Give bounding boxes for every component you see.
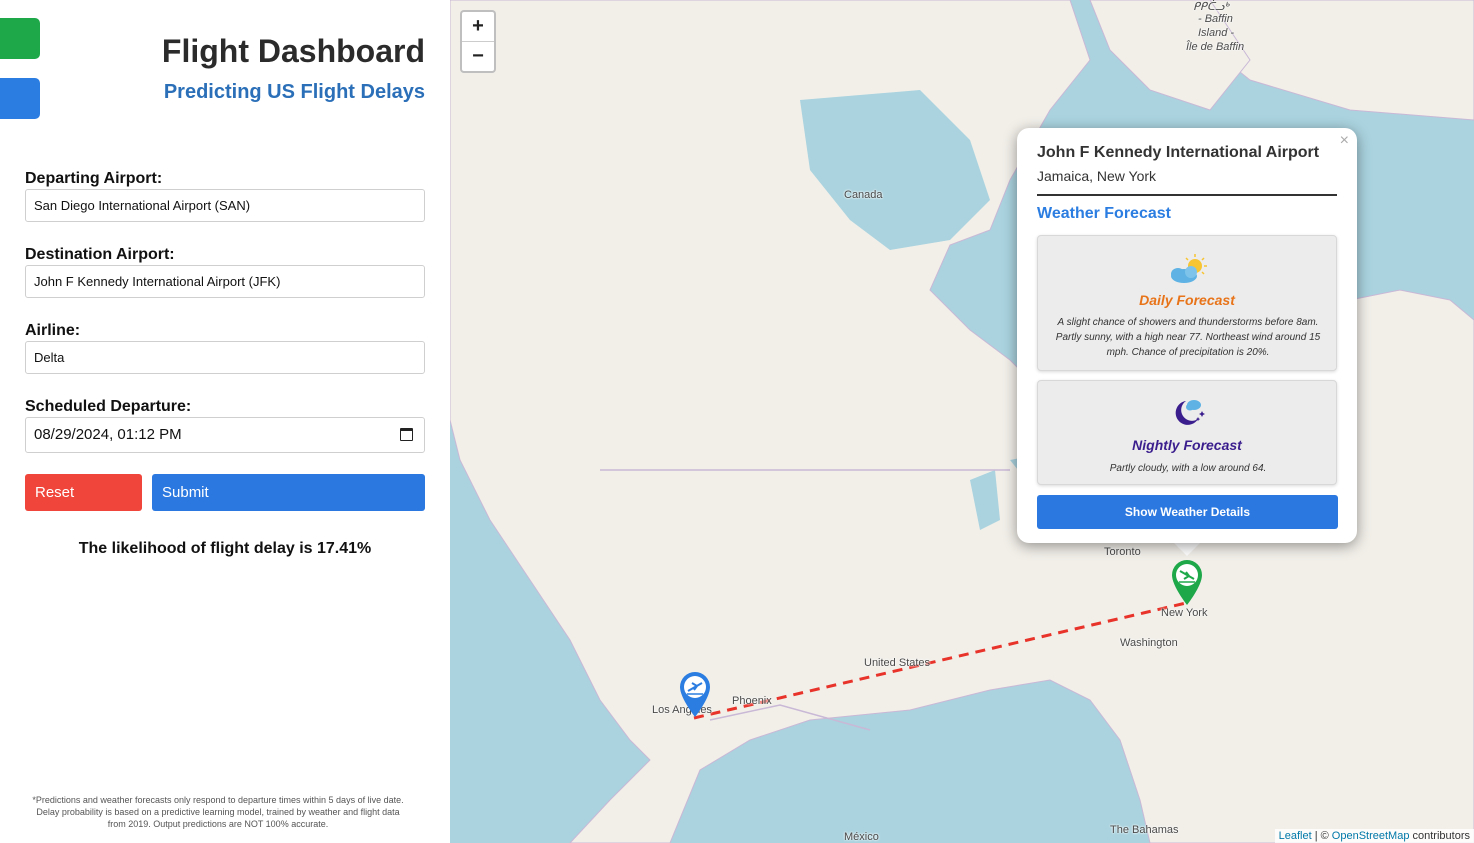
show-weather-details-button[interactable]: Show Weather Details [1037,495,1338,529]
map-label-united-states: United States [864,657,931,669]
leaflet-link[interactable]: Leaflet [1279,830,1312,842]
nightly-forecast-text: Partly cloudy, with a low around 64. [1109,463,1267,474]
scheduled-departure-label: Scheduled Departure: [25,398,192,415]
sidebar: Flight Dashboard Predicting US Flight De… [0,0,450,843]
popup-tip [1173,542,1201,556]
weather-forecast-heading: Weather Forecast [1037,205,1171,222]
map[interactable]: ᑭᑭᑖᓗᒃ - Baffin Island - Île de Baffin Ca… [450,0,1474,843]
nightly-forecast-card: Nightly Forecast Partly cloudy, with a l… [1037,380,1337,485]
departure-airport-marker[interactable] [678,670,712,718]
map-label-baffin: ᑭᑭᑖᓗᒃ [1193,1,1229,13]
airport-popup: × John F Kennedy International Airport J… [1017,128,1357,543]
daily-forecast-card: Daily Forecast A slight chance of shower… [1037,235,1337,371]
airline-input[interactable]: Delta [25,341,425,374]
popup-airport-city: Jamaica, New York [1037,168,1157,184]
openstreetmap-link[interactable]: OpenStreetMap [1332,830,1410,842]
popup-close-button[interactable]: × [1340,132,1349,150]
partly-cloudy-night-icon [1175,400,1205,425]
partly-sunny-icon [1171,254,1207,283]
zoom-control: + − [460,10,496,73]
map-label-washington: Washington [1120,637,1178,649]
daily-forecast-text: A slight chance of showers and thunderst… [1055,317,1321,358]
delay-likelihood-text: The likelihood of flight delay is 17.41% [78,540,372,557]
page-title: Flight Dashboard [161,33,425,69]
zoom-in-button[interactable]: + [462,12,494,42]
disclaimer-text: *Predictions and weather forecasts only … [32,795,404,829]
map-label-bahamas: The Bahamas [1110,824,1179,836]
map-label-mexico: México [844,831,879,843]
destination-airport-label: Destination Airport: [25,246,175,263]
calendar-icon[interactable] [400,428,413,441]
submit-button[interactable]: Submit [152,474,425,511]
map-label-toronto: Toronto [1104,546,1141,558]
popup-divider [1037,194,1337,196]
daily-forecast-title: Daily Forecast [1139,292,1235,308]
map-label-baffin: Île de Baffin [1186,41,1245,53]
sidebar-tab-green[interactable] [0,18,40,59]
map-attribution: Leaflet | © OpenStreetMap contributors [1274,829,1474,843]
attribution-separator: | © [1314,830,1329,842]
page-subtitle: Predicting US Flight Delays [163,81,425,103]
map-label-canada: Canada [844,189,883,201]
departing-airport-label: Departing Airport: [25,170,163,187]
map-label-new-york: New York [1161,607,1208,619]
scheduled-departure-value: 08/29/2024, 01:12 PM [34,426,182,443]
popup-airport-name: John F Kennedy International Airport [1037,144,1320,161]
reset-button[interactable]: Reset [25,474,142,511]
destination-airport-marker[interactable] [1170,558,1204,606]
destination-airport-input[interactable]: John F Kennedy International Airport (JF… [25,265,425,298]
zoom-out-button[interactable]: − [462,42,494,71]
map-label-baffin: Island - [1198,27,1235,39]
airline-label: Airline: [25,322,81,339]
scheduled-departure-input[interactable]: 08/29/2024, 01:12 PM [25,417,425,453]
map-label-phoenix: Phoenix [732,695,772,707]
nightly-forecast-title: Nightly Forecast [1132,437,1242,453]
map-label-baffin: - Baffin [1198,13,1233,25]
departing-airport-input[interactable]: San Diego International Airport (SAN) [25,189,425,222]
sidebar-tab-blue[interactable] [0,78,40,119]
attribution-contributors: contributors [1412,830,1470,842]
